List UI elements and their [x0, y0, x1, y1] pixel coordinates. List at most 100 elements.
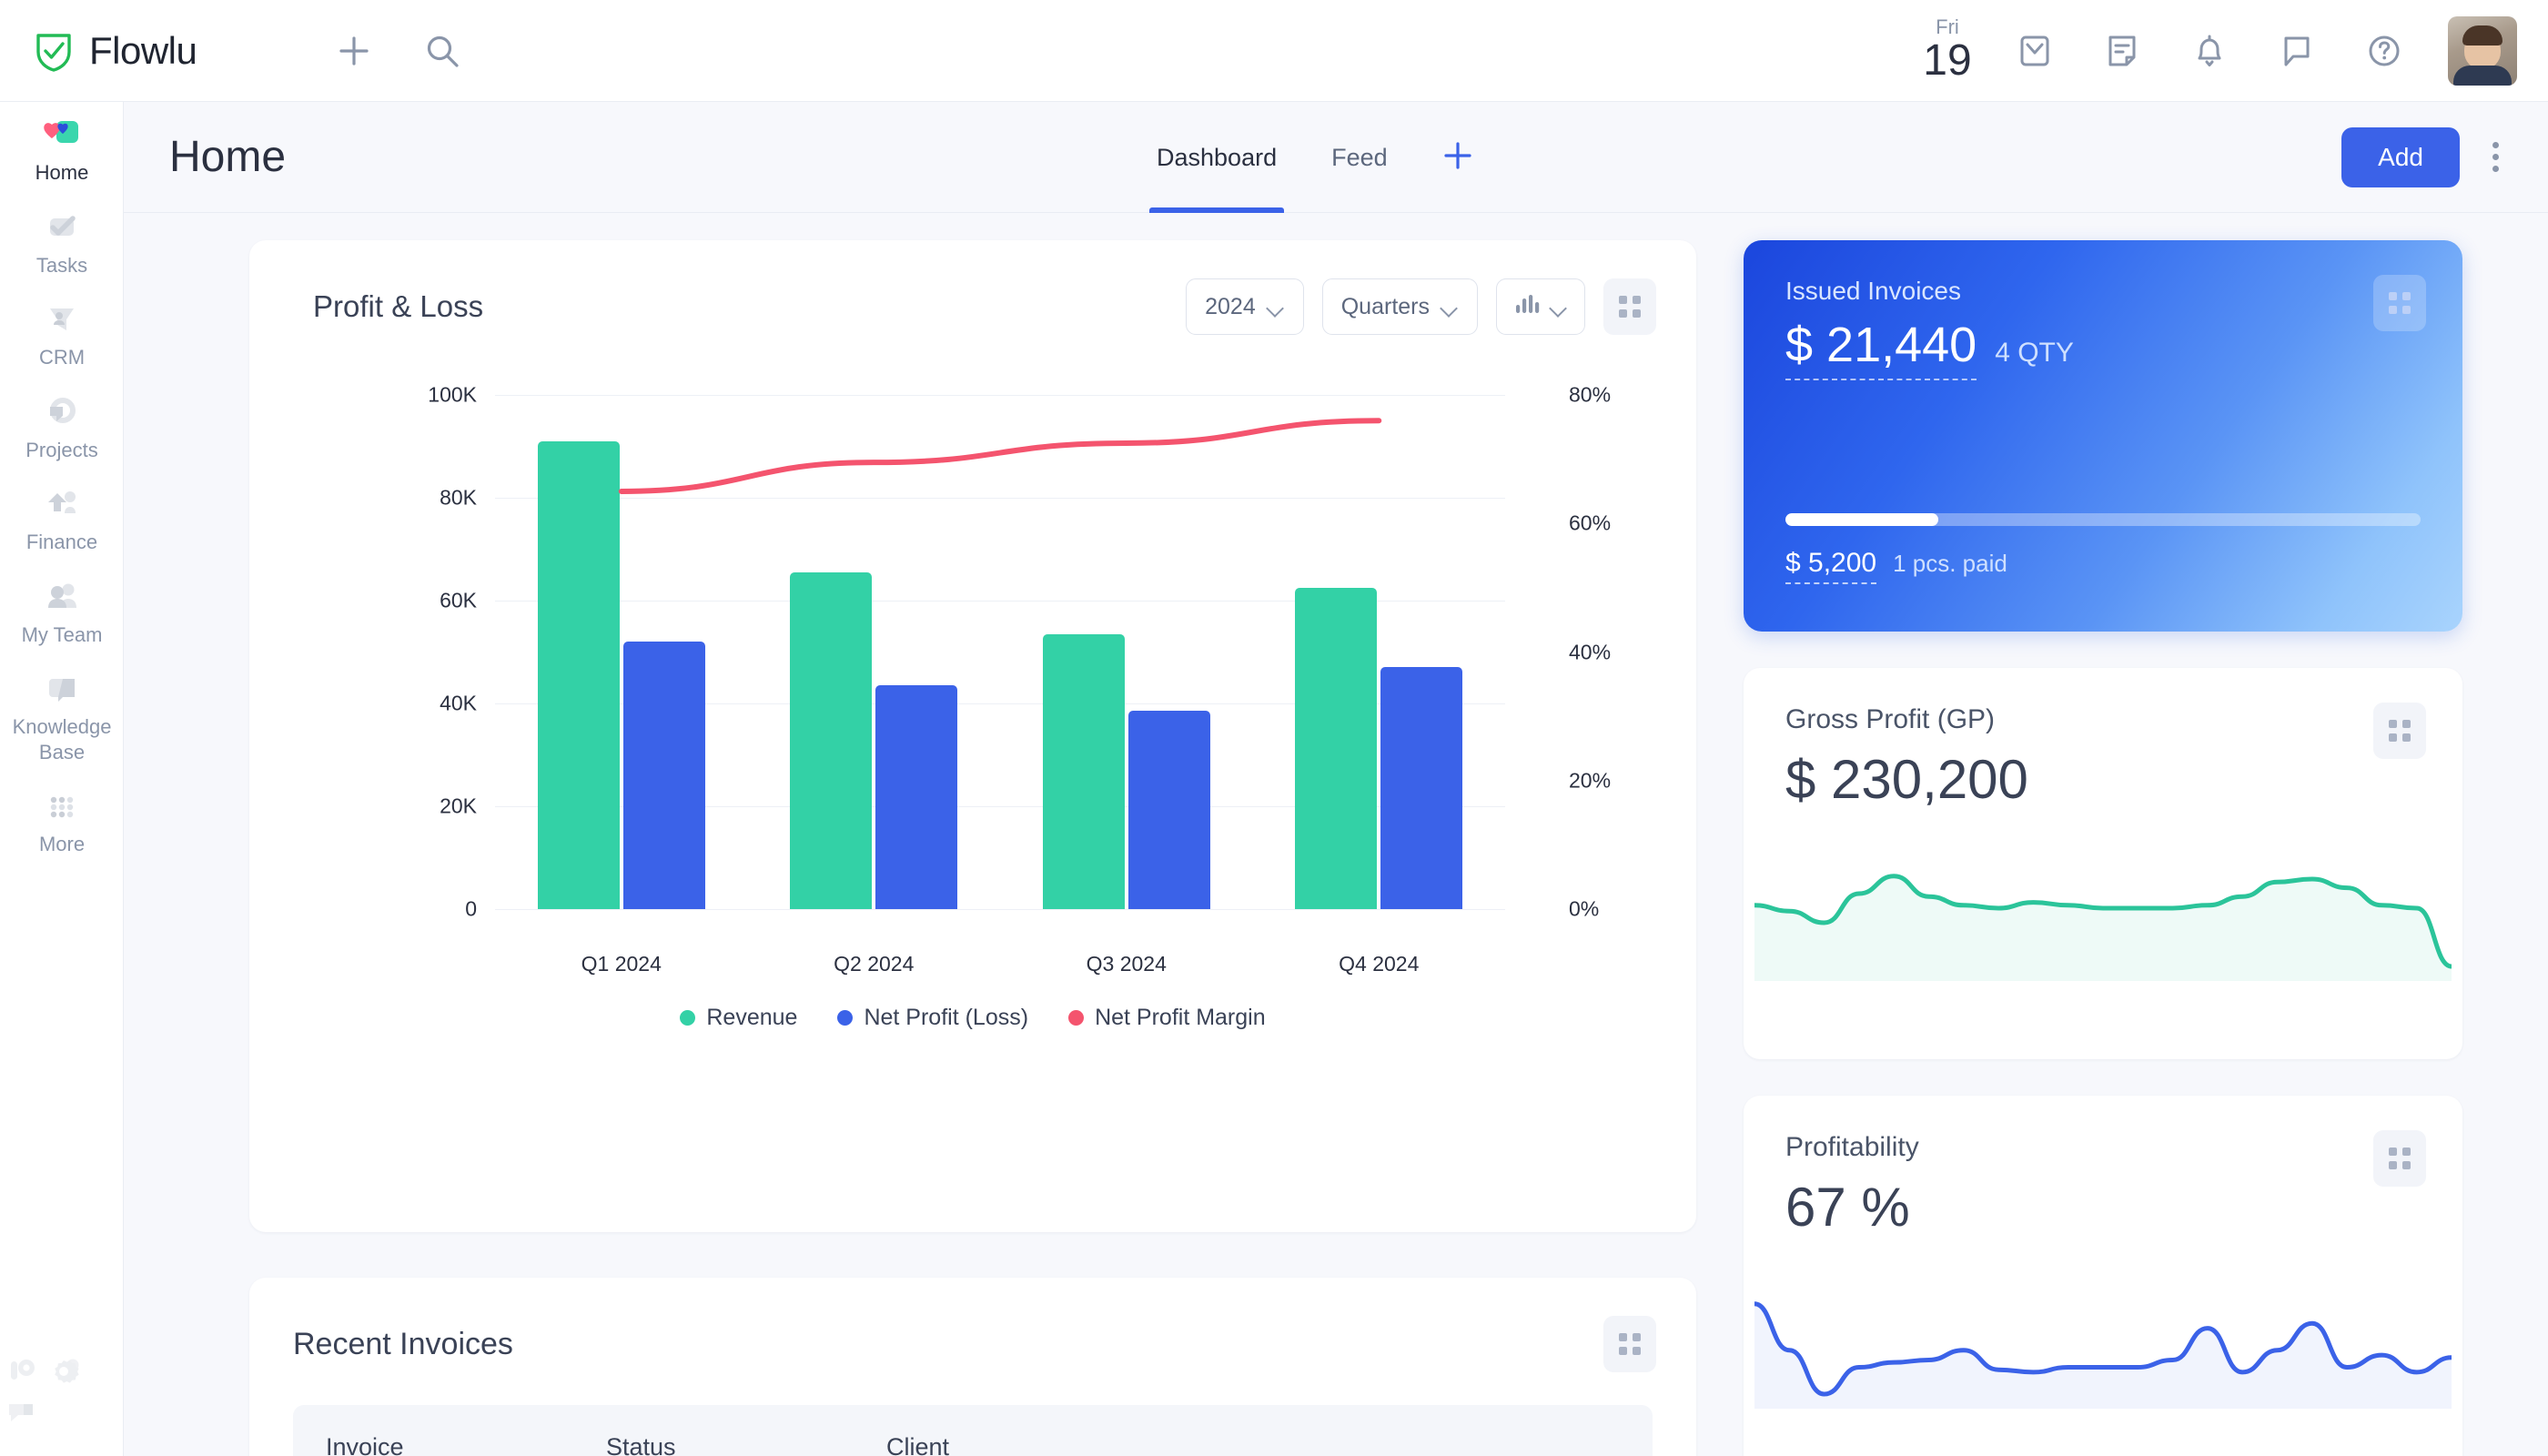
search-icon[interactable]: [422, 31, 462, 71]
support-chat-icon[interactable]: [0, 1418, 42, 1433]
grid-dots-icon: [41, 788, 83, 824]
issued-invoices-paid-amount[interactable]: $ 5,200: [1785, 548, 1876, 584]
gross-profit-value: $ 230,200: [1785, 748, 2421, 811]
drag-grip-icon[interactable]: [2373, 1130, 2426, 1187]
page-header: Home Dashboard Feed Add: [124, 102, 2548, 213]
notes-icon[interactable]: [2078, 24, 2166, 78]
y2-axis-tick: 20%: [1569, 768, 1611, 793]
issued-invoices-card: Issued Invoices $ 21,440 4 QTY $ 5,200 1…: [1744, 240, 2462, 632]
avatar[interactable]: [2448, 16, 2517, 86]
sidebar-item-more[interactable]: More: [0, 774, 124, 866]
profit-loss-chart: 020K40K60K80K100K0%20%40%60%80%Q1 2024Q2…: [249, 368, 1696, 1105]
legend-item[interactable]: Net Profit Margin: [1068, 1005, 1266, 1031]
sidebar-item-knowledge-base[interactable]: Knowledge Base: [0, 656, 124, 774]
team-icon: [41, 579, 83, 615]
gross-profit-card: Gross Profit (GP) $ 230,200: [1744, 668, 2462, 1059]
sidebar-item-my-team[interactable]: My Team: [0, 564, 124, 657]
y-axis-tick: 0: [465, 897, 477, 922]
issued-invoices-title: Issued Invoices: [1785, 277, 1961, 305]
gross-profit-title: Gross Profit (GP): [1785, 704, 1995, 734]
sidebar-item-tasks[interactable]: Tasks: [0, 195, 124, 288]
projects-icon: [41, 394, 83, 430]
year-select-value: 2024: [1205, 294, 1256, 320]
bell-icon[interactable]: [2166, 24, 2253, 78]
drag-grip-icon[interactable]: [2373, 275, 2426, 331]
profitability-value: 67 %: [1785, 1176, 2421, 1239]
legend-label: Net Profit Margin: [1095, 1005, 1266, 1031]
crm-icon: [41, 301, 83, 338]
legend-color-dot: [1068, 1010, 1084, 1026]
issued-invoices-progress: [1785, 513, 2421, 526]
chart-type-select[interactable]: [1496, 278, 1585, 335]
chat-icon[interactable]: [2253, 24, 2341, 78]
period-select[interactable]: Quarters: [1322, 278, 1478, 335]
period-select-value: Quarters: [1341, 294, 1430, 320]
y-axis-tick: 20K: [440, 794, 477, 819]
sidebar-item-finance[interactable]: Finance: [0, 471, 124, 564]
recent-invoices-table-header: Invoice Status Client: [293, 1405, 1653, 1456]
date-widget[interactable]: Fri 19: [1904, 16, 1991, 85]
profitability-sparkline: [1754, 1263, 2452, 1409]
y-axis-tick: 100K: [428, 383, 477, 408]
profitability-title: Profitability: [1785, 1132, 1919, 1162]
drag-grip-icon[interactable]: [1603, 1316, 1656, 1372]
sidebar-item-home[interactable]: Home: [0, 102, 124, 195]
drag-grip-icon[interactable]: [2373, 703, 2426, 759]
year-select[interactable]: 2024: [1186, 278, 1304, 335]
column-header-client: Client: [886, 1433, 949, 1456]
kebab-menu-icon[interactable]: [2483, 133, 2508, 181]
date-weekday: Fri: [1936, 16, 1959, 38]
sidebar-item-label: Projects: [25, 438, 97, 463]
shield-check-icon: [35, 30, 73, 72]
profit-loss-controls: 2024 Quarters: [1186, 278, 1656, 335]
top-bar-right: Fri 19: [1904, 16, 2517, 86]
legend-label: Revenue: [706, 1005, 797, 1031]
settings-gear-icon[interactable]: [46, 1377, 87, 1392]
issued-invoices-paid-note: 1 pcs. paid: [1893, 550, 2007, 578]
y-axis-tick: 40K: [440, 692, 477, 716]
column-header-status: Status: [606, 1433, 886, 1456]
top-bar: Flowlu Fri 19: [0, 0, 2548, 102]
page-header-actions: Add: [2341, 127, 2508, 187]
sidebar-item-crm[interactable]: CRM: [0, 287, 124, 379]
portal-icon[interactable]: [0, 1377, 46, 1392]
bar-chart-icon: [1513, 292, 1541, 322]
tab-dashboard[interactable]: Dashboard: [1129, 102, 1304, 213]
legend-color-dot: [837, 1010, 853, 1026]
profit-loss-card: Profit & Loss 2024 Quarters: [249, 240, 1696, 1232]
recent-invoices-card: Recent Invoices Invoice Status Client: [249, 1278, 1696, 1456]
page-title: Home: [169, 132, 286, 182]
chevron-down-icon: [1269, 302, 1285, 311]
sidebar-item-label: Finance: [26, 530, 97, 555]
chart-plot-area: 020K40K60K80K100K0%20%40%60%80%Q1 2024Q2…: [495, 395, 1505, 909]
recent-invoices-title: Recent Invoices: [293, 1327, 513, 1362]
app-root: Flowlu Fri 19: [0, 0, 2548, 1456]
legend-item[interactable]: Revenue: [680, 1005, 797, 1031]
plus-icon[interactable]: [333, 30, 375, 72]
sidebar-item-projects[interactable]: Projects: [0, 379, 124, 472]
legend-color-dot: [680, 1010, 695, 1026]
help-icon[interactable]: [2341, 24, 2428, 78]
issued-invoices-footer: $ 5,200 1 pcs. paid: [1785, 548, 2007, 584]
legend-label: Net Profit (Loss): [864, 1005, 1028, 1031]
tab-feed[interactable]: Feed: [1304, 102, 1415, 213]
y-axis-tick: 80K: [440, 486, 477, 511]
x-axis-tick: Q2 2024: [834, 952, 914, 976]
add-tab-button[interactable]: [1415, 102, 1501, 213]
tab-label: Dashboard: [1157, 144, 1277, 172]
tab-label: Feed: [1331, 144, 1388, 172]
legend-item[interactable]: Net Profit (Loss): [837, 1005, 1028, 1031]
finance-icon: [41, 486, 83, 522]
tab-bar: Dashboard Feed: [1129, 102, 1501, 213]
brand[interactable]: Flowlu: [35, 29, 197, 73]
issued-invoices-amount[interactable]: $ 21,440: [1785, 317, 1977, 380]
home-hearts-icon: [41, 116, 83, 153]
x-axis-tick: Q3 2024: [1087, 952, 1167, 976]
y2-axis-tick: 80%: [1569, 383, 1611, 408]
add-button[interactable]: Add: [2341, 127, 2460, 187]
mail-icon[interactable]: [1991, 24, 2078, 78]
sidebar-item-label: Knowledge Base: [4, 714, 120, 764]
y2-axis-tick: 60%: [1569, 511, 1611, 536]
x-axis-tick: Q1 2024: [581, 952, 662, 976]
drag-grip-icon[interactable]: [1603, 278, 1656, 335]
